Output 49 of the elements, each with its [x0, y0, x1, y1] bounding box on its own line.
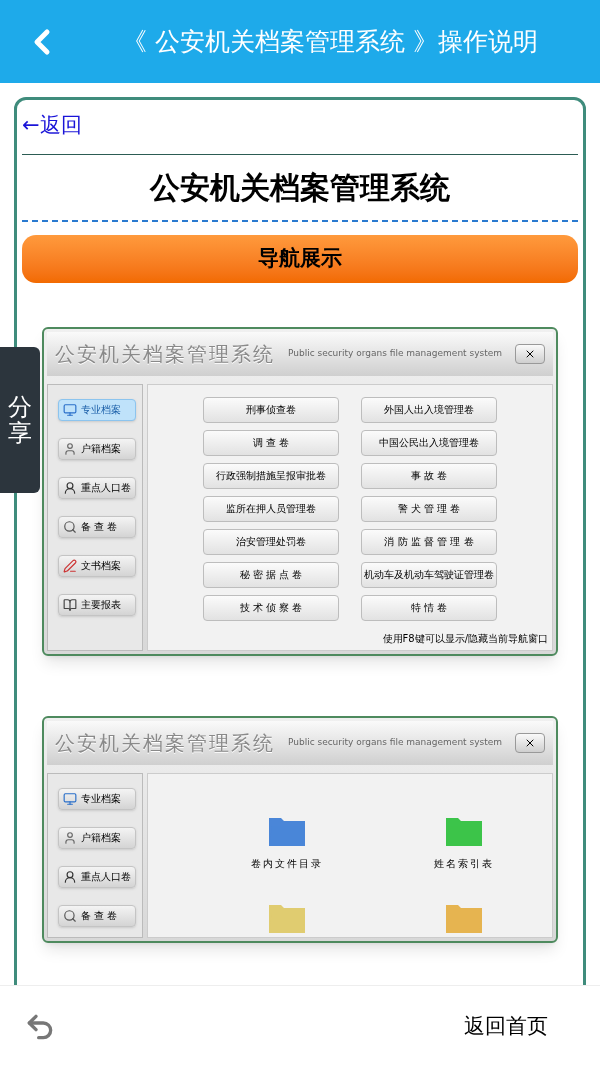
monitor-icon — [63, 402, 77, 417]
menu-button[interactable]: 中国公民出入境管理卷 — [361, 429, 497, 456]
window-subtitle: Public security organs file management system — [287, 735, 503, 749]
person-icon — [63, 830, 77, 845]
nav-button[interactable]: 导航展示 — [22, 234, 578, 283]
menu-button[interactable]: 秘 密 据 点 卷 — [203, 561, 339, 588]
magnifier-icon — [63, 908, 77, 923]
folder-label: 姓名索引表 — [433, 856, 494, 871]
sidebar-item[interactable]: 备 查 卷 — [58, 904, 136, 927]
sidebar-item[interactable]: 备 查 卷 — [58, 515, 136, 538]
back-link[interactable]: ←返回 — [22, 113, 82, 137]
sidebar-item[interactable]: 户籍档案 — [58, 437, 136, 460]
menu-button[interactable]: 行政强制措施呈报审批卷 — [203, 462, 339, 489]
sidebar-item[interactable]: 主要报表 — [58, 593, 136, 616]
window-title: 公安机关档案管理系统 — [55, 340, 275, 368]
header-title: 《 公安机关档案管理系统 》操作说明 — [122, 25, 538, 58]
sidebar-item[interactable]: 户籍档案 — [58, 826, 136, 849]
menu-button[interactable]: 治安管理处罚卷 — [203, 528, 339, 555]
sidebar-item[interactable]: 文书档案 — [58, 554, 136, 577]
menu-button[interactable]: 调 查 卷 — [203, 429, 339, 456]
sidebar-item[interactable]: 重点人口卷 — [58, 865, 136, 888]
person-icon — [63, 441, 77, 456]
menu-button[interactable]: 消 防 监 督 管 理 卷 — [361, 528, 497, 555]
close-button[interactable] — [515, 732, 545, 753]
menu-button[interactable]: 特 情 卷 — [361, 594, 497, 621]
sidebar-item[interactable]: 专业档案 — [58, 398, 136, 421]
person-icon — [63, 480, 77, 495]
menu-button[interactable]: 事 故 卷 — [361, 462, 497, 489]
close-button[interactable] — [515, 343, 545, 364]
menu-button[interactable]: 机动车及机动车驾驶证管理卷 — [361, 561, 497, 588]
window-subtitle: Public security organs file management system — [287, 346, 503, 360]
page-title: 公安机关档案管理系统 — [148, 168, 451, 207]
pen-icon — [63, 558, 77, 573]
home-button[interactable]: 返回首页 — [464, 1010, 548, 1043]
person-icon — [63, 869, 77, 884]
sidebar-item[interactable]: 重点人口卷 — [58, 476, 136, 499]
menu-button[interactable]: 警 犬 管 理 卷 — [361, 495, 497, 522]
menu-button[interactable]: 监所在押人员管理卷 — [203, 495, 339, 522]
magnifier-icon — [63, 519, 77, 534]
window-title: 公安机关档案管理系统 — [55, 729, 275, 757]
book-icon — [63, 597, 77, 612]
hint-text: 使用F8键可以显示/隐藏当前导航窗口 — [382, 631, 548, 646]
monitor-icon — [63, 791, 77, 806]
sidebar-item[interactable]: 专业档案 — [58, 787, 136, 810]
menu-button[interactable]: 外国人出入境管理卷 — [361, 396, 497, 423]
menu-button[interactable]: 技 术 侦 察 卷 — [203, 594, 339, 621]
menu-button[interactable]: 刑事侦查卷 — [203, 396, 339, 423]
folder-label: 卷内文件目录 — [250, 856, 323, 871]
share-tab[interactable]: 分享 — [0, 347, 40, 493]
